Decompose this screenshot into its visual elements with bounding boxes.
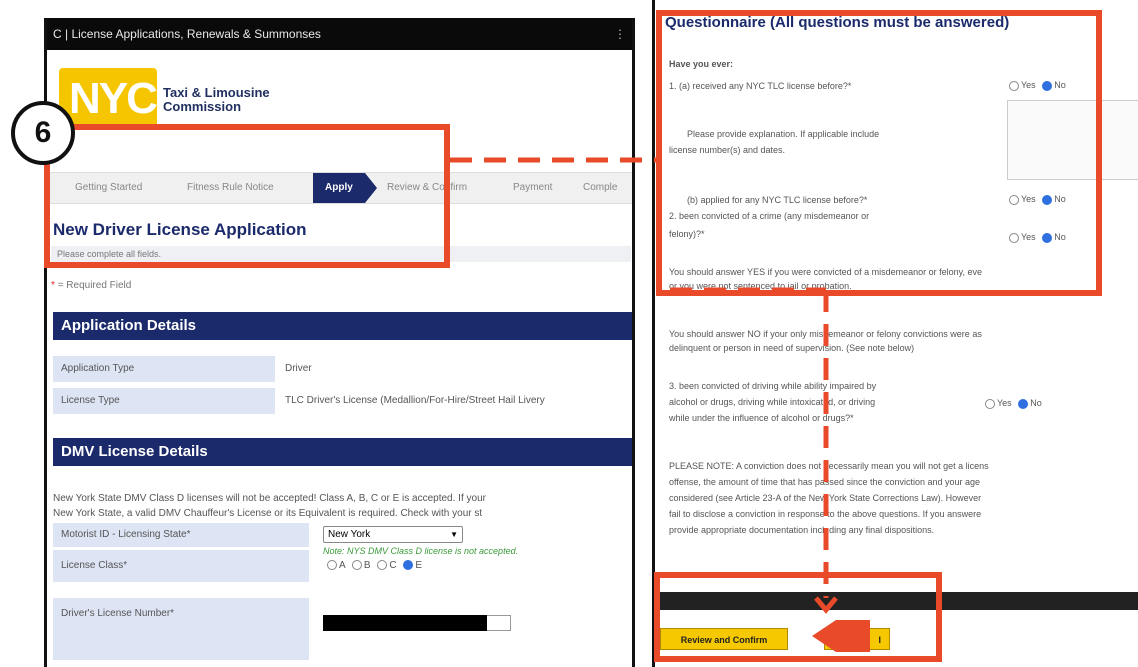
please-note-line-1: PLEASE NOTE: A conviction does not neces… [669, 461, 989, 471]
class-e-label: E [415, 560, 423, 571]
required-note-text: = Required Field [57, 280, 132, 291]
please-note-line-5: provide appropriate documentation includ… [669, 525, 935, 535]
please-note-line-4: fail to disclose a conviction in respons… [669, 509, 982, 519]
highlight-box-questionnaire [656, 10, 1102, 296]
highlight-box-review-button [654, 572, 942, 662]
q3-yes-label: Yes [997, 398, 1012, 408]
class-b-label: B [363, 560, 371, 571]
class-d-note: Note: NYS DMV Class D license is not acc… [323, 546, 519, 556]
no-note-line-2: delinquent or person in need of supervis… [669, 343, 915, 353]
please-note-line-3: considered (see Article 23-A of the New … [669, 493, 982, 503]
class-c-radio[interactable] [377, 560, 388, 571]
nyc-logo: NYC [59, 68, 158, 130]
please-note-line-2: offense, the amount of time that has pas… [669, 477, 981, 487]
dmv-instructions: New York State DMV Class D licenses will… [53, 491, 632, 521]
class-c-label: C [389, 560, 397, 571]
browser-title-bar: C | License Applications, Renewals & Sum… [47, 18, 632, 50]
question-3-line-1: 3. been convicted of driving while abili… [669, 381, 877, 391]
application-type-row: Application Type Driver [53, 356, 632, 382]
drivers-license-number-field[interactable] [323, 615, 487, 631]
class-a-label: A [339, 560, 346, 571]
q3-no-radio[interactable] [1018, 398, 1029, 409]
license-type-value: TLC Driver's License (Medallion/For-Hire… [285, 395, 545, 406]
please-note-block: PLEASE NOTE: A conviction does not neces… [669, 458, 989, 538]
license-type-row: License Type TLC Driver's License (Medal… [53, 388, 632, 414]
drivers-license-number-label: Driver's License Number* [53, 598, 309, 660]
q3-answer: Yes No [981, 398, 1042, 409]
class-a-radio[interactable] [327, 560, 337, 571]
class-e-radio[interactable] [403, 560, 414, 571]
q3-no-label: No [1030, 398, 1042, 408]
licensing-state-value: New York [328, 529, 371, 540]
step-number-badge: 6 [11, 101, 75, 165]
license-class-label: License Class* [53, 550, 309, 582]
logo-line-1: Taxi & Limousine [163, 85, 270, 100]
licensing-state-select[interactable]: New York ▼ [323, 526, 463, 543]
step-payment: Payment [513, 182, 553, 193]
dmv-text-line-1: New York State DMV Class D licenses will… [53, 493, 486, 504]
required-star: * [51, 280, 55, 291]
question-3-line-3: while under the influence of alcohol or … [669, 413, 854, 423]
nyc-logo-text: NYC [69, 74, 158, 123]
required-field-note: * = Required Field [51, 280, 131, 291]
question-3-line-2: alcohol or drugs, driving while intoxica… [669, 397, 876, 407]
logo-line-2: Commission [163, 99, 242, 114]
dmv-license-details-header: DMV License Details [53, 438, 632, 466]
tlc-logo-text: Taxi & Limousine Commission [163, 86, 270, 114]
q3-yes-radio[interactable] [985, 398, 995, 409]
no-note-line-1: You should answer NO if your only misdem… [669, 329, 982, 339]
highlight-box-apply-step [44, 124, 450, 268]
class-b-radio[interactable] [351, 560, 362, 571]
motorist-id-label: Motorist ID - Licensing State* [53, 523, 309, 547]
license-class-radio-group: A B C E [323, 560, 422, 571]
left-screenshot-panel: C | License Applications, Renewals & Sum… [44, 18, 635, 667]
application-type-value: Driver [285, 363, 312, 374]
chevron-down-icon: ▼ [450, 530, 458, 539]
application-type-label: Application Type [53, 356, 275, 382]
application-details-header: Application Details [53, 312, 632, 340]
step-complete: Comple [583, 182, 618, 193]
drivers-license-number-field-end[interactable] [487, 615, 511, 631]
dmv-text-line-2: New York State, a valid DMV Chauffeur's … [53, 508, 483, 519]
license-type-label: License Type [53, 388, 275, 414]
window-title: C | License Applications, Renewals & Sum… [53, 27, 321, 41]
